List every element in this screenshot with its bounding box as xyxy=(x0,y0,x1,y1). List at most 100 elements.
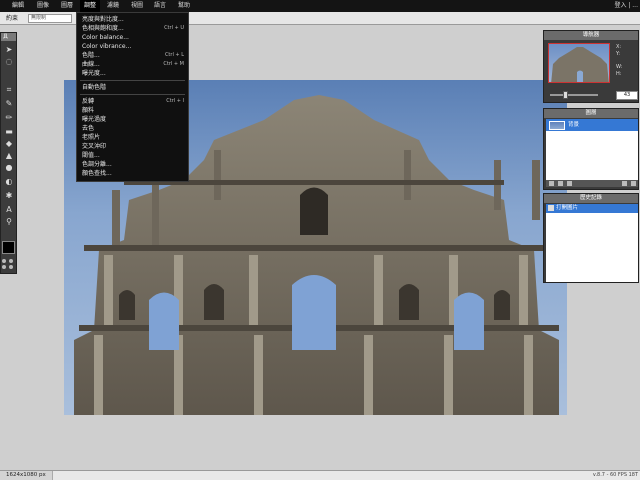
adjust-menu-item-15[interactable]: 色調分離... xyxy=(77,160,188,169)
constraint-label: 約束 xyxy=(6,15,19,22)
menu-item-label: 去色 xyxy=(82,125,95,132)
version-fps: v.8.7 - 60 FPS 18T xyxy=(592,472,638,478)
menu-item-label: Color balance... xyxy=(82,34,129,41)
eraser-icon[interactable]: ◆ xyxy=(3,139,15,149)
status-bar: 1624x1080 px v.8.7 - 60 FPS 18T xyxy=(0,470,640,480)
layer-style-icon[interactable] xyxy=(567,181,572,186)
bucket-icon[interactable]: ▲ xyxy=(3,151,15,161)
adjust-menu-item-6[interactable]: 曝光度... xyxy=(77,69,188,78)
menu-item-label: 顏料 xyxy=(82,107,95,114)
navigator-w-label: W: xyxy=(616,64,623,70)
adjustments-dropdown-menu: 亮度與對比度... 色相與飽和度... Ctrl + U Color balance.… xyxy=(76,12,189,182)
adjust-menu-item-16[interactable]: 顏色查找... xyxy=(77,169,188,178)
adjust-menu-item-4[interactable]: 色階... Ctrl + L xyxy=(77,51,188,60)
zoom-input[interactable]: 43 xyxy=(616,91,638,100)
layer-delete-icon[interactable] xyxy=(631,181,636,186)
color-swatch-controls[interactable] xyxy=(2,259,15,271)
blur-icon[interactable]: ✱ xyxy=(3,191,15,201)
menu-item-label: 色調分離... xyxy=(82,161,112,168)
adjust-menu-item-1[interactable]: 色相與飽和度... Ctrl + U xyxy=(77,24,188,33)
menu-item-shortcut: Ctrl + L xyxy=(164,52,184,58)
adjust-menu-item-9[interactable]: 顏料 xyxy=(77,106,188,115)
adjust-menu-item-11[interactable]: 去色 xyxy=(77,124,188,133)
layers-panel: 圖層 背景 xyxy=(543,108,639,190)
menu-item-label: Color vibrance... xyxy=(82,43,132,50)
navigator-y-label: Y: xyxy=(616,51,621,57)
adjust-menu-item-14[interactable]: 閾值... xyxy=(77,151,188,160)
menu-item-label: 老照片 xyxy=(82,134,101,141)
clone-icon[interactable]: ◐ xyxy=(3,177,15,187)
layers-title: 圖層 xyxy=(544,109,638,118)
text-icon[interactable]: A xyxy=(3,205,15,215)
lasso-icon[interactable]: ◌ xyxy=(3,57,15,67)
navigator-panel: 導航器 X: Y: W: H: 43 xyxy=(543,30,639,103)
menu-separator xyxy=(80,80,185,81)
menu-item-shortcut: Ctrl + M xyxy=(163,61,184,67)
zoom-slider-handle[interactable] xyxy=(563,91,568,99)
adjust-menu-item-7[interactable]: 自動色階 xyxy=(77,83,188,92)
menu-item-7[interactable]: 幫助 xyxy=(174,0,194,12)
menu-item-label: 曲線... xyxy=(82,61,100,68)
navigator-h-label: H: xyxy=(616,71,622,77)
login-link[interactable]: 登入 | ... xyxy=(614,0,638,12)
adjust-menu-item-8[interactable]: 反轉 Ctrl + I xyxy=(77,97,188,106)
zoom-icon[interactable]: ⚲ xyxy=(3,217,15,227)
menu-item-2[interactable]: 圖層 xyxy=(57,0,77,12)
layer-add-icon[interactable] xyxy=(549,181,554,186)
image-dimensions: 1624x1080 px xyxy=(0,471,53,480)
menu-item-3[interactable]: 調整 xyxy=(80,0,101,12)
menu-item-1[interactable]: 圖像 xyxy=(33,0,53,12)
menu-separator xyxy=(80,94,185,95)
menu-item-shortcut: Ctrl + I xyxy=(166,98,184,104)
menu-item-label: 曝光度... xyxy=(82,70,106,77)
layer-new-icon[interactable] xyxy=(622,181,627,186)
history-row-open-image[interactable]: 打開圖片 xyxy=(546,204,638,213)
navigator-x-label: X: xyxy=(616,44,622,50)
menu-item-0[interactable]: 編輯 xyxy=(8,0,28,12)
navigator-thumbnail[interactable] xyxy=(548,43,610,83)
adjust-menu-item-5[interactable]: 曲線... Ctrl + M xyxy=(77,60,188,69)
menu-item-5[interactable]: 視圖 xyxy=(127,0,147,12)
brush-icon[interactable]: ▬ xyxy=(3,127,15,137)
history-list: 打開圖片 xyxy=(546,204,638,282)
menu-item-label: 曝光過度 xyxy=(82,116,107,123)
tool-palette: 具 ➤ ◌ ⌗ ✎ ✏ ▬ ◆ ▲ ● ◐ ✱ A ⚲ xyxy=(0,32,17,274)
adjust-menu-item-0[interactable]: 亮度與對比度... xyxy=(77,15,188,24)
gradient-icon[interactable]: ● xyxy=(3,163,15,173)
open-image-icon xyxy=(548,205,554,211)
adjust-menu-item-3[interactable]: Color vibrance... xyxy=(77,42,188,51)
menu-item-label: 色階... xyxy=(82,52,100,59)
history-step-name: 打開圖片 xyxy=(556,205,579,211)
tool-palette-title: 具 xyxy=(1,33,16,41)
foreground-color-swatch[interactable] xyxy=(2,241,15,254)
menu-item-6[interactable]: 語言 xyxy=(150,0,170,12)
adjust-menu-item-2[interactable]: Color balance... xyxy=(77,33,188,42)
adjust-menu-item-10[interactable]: 曝光過度 xyxy=(77,115,188,124)
layer-name: 背景 xyxy=(568,122,580,128)
menu-item-label: 色相與飽和度... xyxy=(82,25,124,32)
history-title: 歷史記錄 xyxy=(544,194,638,203)
layer-mask-icon[interactable] xyxy=(558,181,563,186)
menu-item-shortcut: Ctrl + U xyxy=(164,25,184,31)
menu-item-label: 亮度與對比度... xyxy=(82,16,124,23)
crop-icon[interactable]: ⌗ xyxy=(3,85,15,95)
layers-list: 背景 xyxy=(546,119,638,180)
arrow-icon[interactable]: ➤ xyxy=(3,45,15,55)
navigator-title: 導航器 xyxy=(544,31,638,40)
menu-item-label: 交叉沖印 xyxy=(82,143,107,150)
layer-row-background[interactable]: 背景 xyxy=(546,119,638,131)
layer-thumbnail xyxy=(549,121,565,130)
adjust-menu-item-12[interactable]: 老照片 xyxy=(77,133,188,142)
history-panel: 歷史記錄 打開圖片 xyxy=(543,193,639,283)
layers-footer xyxy=(546,180,638,187)
pencil-icon[interactable]: ✏ xyxy=(3,113,15,123)
wand-icon[interactable]: ✎ xyxy=(3,99,15,109)
menu-item-label: 閾值... xyxy=(82,152,100,159)
constraint-select[interactable]: 無限制 xyxy=(28,14,72,23)
adjust-menu-item-13[interactable]: 交叉沖印 xyxy=(77,142,188,151)
menu-item-label: 自動色階 xyxy=(82,84,107,91)
menu-item-4[interactable]: 濾鏡 xyxy=(103,0,123,12)
menu-item-label: 反轉 xyxy=(82,98,95,105)
menu-bar: 編輯 圖像 圖層 調整 濾鏡 視圖 語言 幫助 登入 | ... xyxy=(0,0,640,12)
zoom-slider[interactable] xyxy=(550,91,598,99)
